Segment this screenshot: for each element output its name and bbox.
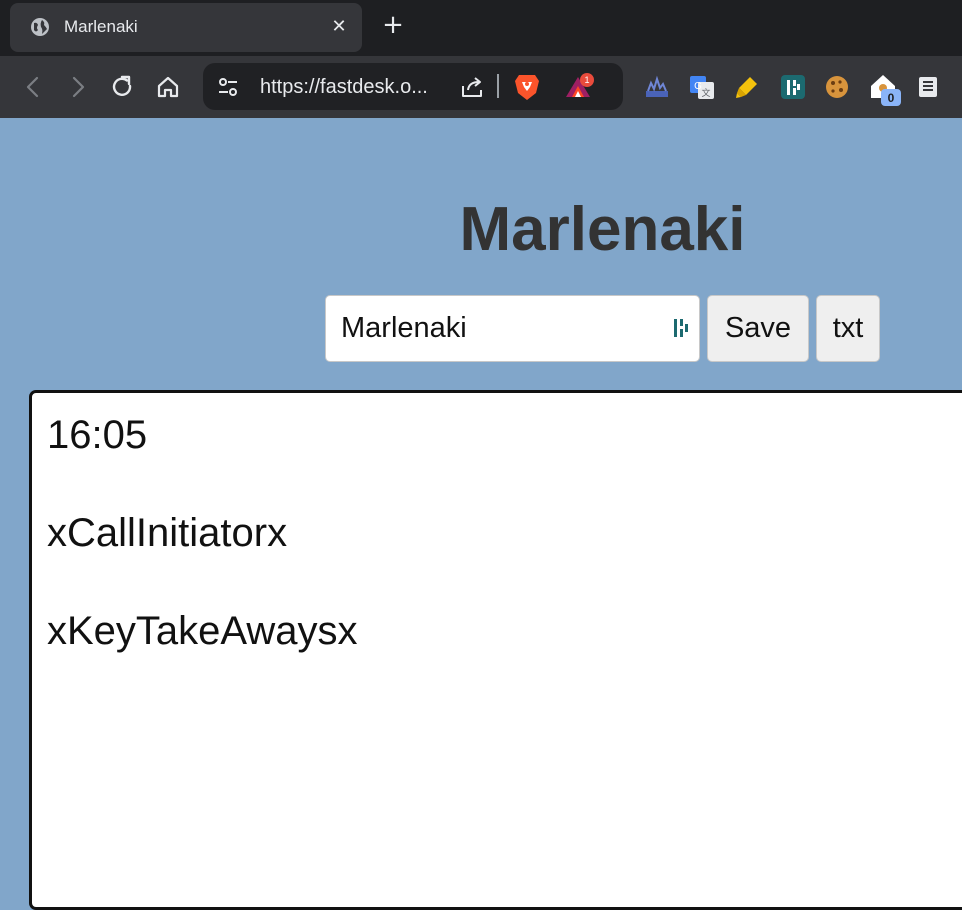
new-tab-button[interactable]: +	[380, 12, 406, 38]
editor-line-key-takeaways: xKeyTakeAwaysx	[47, 609, 358, 653]
reload-icon[interactable]	[108, 73, 136, 101]
editor-line-call-initiator: xCallInitiatorx	[47, 511, 288, 555]
brave-rewards-icon[interactable]: 1	[563, 73, 595, 101]
home-icon[interactable]	[154, 73, 182, 101]
forward-icon[interactable]	[64, 73, 92, 101]
address-bar[interactable]: https://fastdesk.o... 1	[203, 63, 623, 110]
active-tab[interactable]: Marlenaki ✕	[10, 3, 362, 52]
page-title: Marlenaki	[459, 195, 746, 264]
svg-text:文: 文	[701, 87, 710, 99]
site-settings-icon[interactable]	[217, 76, 239, 98]
txt-button[interactable]: txt	[816, 295, 880, 362]
password-manager-icon[interactable]	[672, 316, 690, 340]
extension-home-counter-icon[interactable]: 0	[868, 71, 904, 107]
highlighter-icon[interactable]	[733, 73, 761, 101]
editor-line-time: 16:05	[47, 413, 148, 457]
save-button[interactable]: Save	[707, 295, 809, 362]
browser-toolbar: https://fastdesk.o... 1 G 文 0	[0, 56, 962, 118]
globe-icon	[31, 18, 49, 36]
address-divider	[497, 74, 499, 98]
reader-mode-icon[interactable]	[914, 73, 942, 101]
extension-badge-count: 0	[888, 91, 895, 105]
tab-strip: Marlenaki ✕ +	[0, 0, 962, 56]
share-icon[interactable]	[459, 74, 485, 100]
extension-wave-icon[interactable]	[643, 73, 671, 101]
extension-board-icon[interactable]	[779, 73, 807, 101]
close-icon[interactable]: ✕	[328, 16, 350, 38]
brave-shields-icon[interactable]	[513, 72, 541, 102]
back-icon[interactable]	[19, 73, 47, 101]
tab-title: Marlenaki	[64, 17, 138, 36]
url-text[interactable]: https://fastdesk.o...	[260, 76, 428, 99]
notes-textarea[interactable]: 16:05 xCallInitiatorx xKeyTakeAwaysx	[29, 390, 962, 910]
google-translate-icon[interactable]: G 文	[688, 73, 716, 101]
rewards-badge-count: 1	[584, 75, 589, 85]
name-input[interactable]	[325, 295, 700, 362]
cookie-icon[interactable]	[823, 73, 851, 101]
